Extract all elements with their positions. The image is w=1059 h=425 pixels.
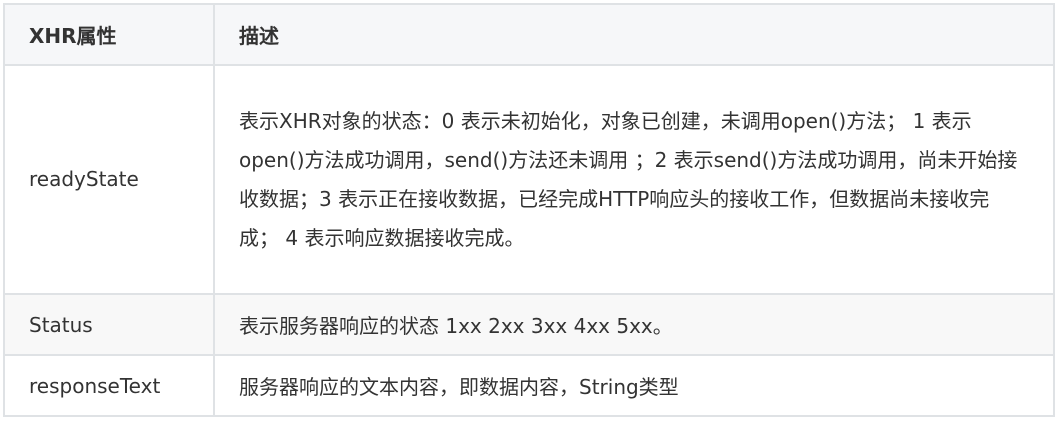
table-row: readyState 表示XHR对象的状态：0 表示未初始化，对象已创建，未调用… — [3, 64, 1055, 295]
description-cell: 服务器响应的文本内容，即数据内容，String类型 — [213, 354, 1055, 417]
table-header-row: XHR属性 描述 — [3, 3, 1055, 66]
header-property: XHR属性 — [3, 3, 215, 66]
table-row: responseText 服务器响应的文本内容，即数据内容，String类型 — [3, 354, 1055, 417]
xhr-properties-table: XHR属性 描述 readyState 表示XHR对象的状态：0 表示未初始化，… — [3, 3, 1055, 417]
property-cell: Status — [3, 293, 215, 356]
property-cell: readyState — [3, 64, 215, 295]
description-cell: 表示服务器响应的状态 1xx 2xx 3xx 4xx 5xx。 — [213, 293, 1055, 356]
description-cell: 表示XHR对象的状态：0 表示未初始化，对象已创建，未调用open()方法； 1… — [213, 64, 1055, 295]
header-description: 描述 — [213, 3, 1055, 66]
table-row: Status 表示服务器响应的状态 1xx 2xx 3xx 4xx 5xx。 — [3, 293, 1055, 356]
property-cell: responseText — [3, 354, 215, 417]
